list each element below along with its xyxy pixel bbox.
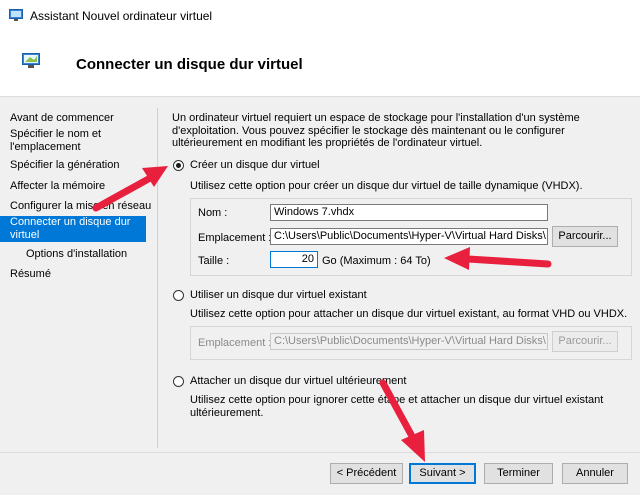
disk-name-input[interactable]: Windows 7.vhdx [270, 204, 548, 221]
radio-create-disk-label[interactable]: Créer un disque dur virtuel [190, 159, 320, 171]
disk-size-input[interactable]: 20 [270, 251, 318, 268]
size-unit-label: Go (Maximum : 64 To) [322, 255, 431, 267]
attach-later-description: Utilisez cette option pour ignorer cette… [190, 394, 604, 419]
virtual-disk-icon [22, 53, 40, 68]
next-button[interactable]: Suivant > [409, 463, 476, 484]
existing-location-input[interactable]: C:\Users\Public\Documents\Hyper-V\Virtua… [270, 333, 548, 350]
page-header: Connecter un disque dur virtuel [0, 32, 640, 97]
window-titlebar: Assistant Nouvel ordinateur virtuel [0, 0, 640, 32]
name-label: Nom : [198, 207, 228, 219]
existing-location-label: Emplacement : [198, 337, 272, 349]
intro-text: Un ordinateur virtuel requiert un espace… [172, 112, 580, 149]
radio-existing-disk-label[interactable]: Utiliser un disque dur virtuel existant [190, 289, 367, 301]
hyperv-app-icon [9, 9, 23, 21]
radio-attach-later[interactable] [173, 376, 184, 387]
size-label: Taille : [198, 255, 230, 267]
footer-divider [0, 452, 640, 453]
radio-attach-later-label[interactable]: Attacher un disque dur virtuel ultérieur… [190, 375, 406, 387]
previous-button[interactable]: < Précédent [330, 463, 403, 484]
disk-location-input[interactable]: C:\Users\Public\Documents\Hyper-V\Virtua… [270, 228, 548, 245]
nav-step-name-location[interactable]: Spécifier le nom et l'emplacement [10, 128, 156, 154]
nav-step-connect-disk[interactable]: Connecter un disque dur virtuel [0, 216, 146, 242]
nav-step-before-you-begin[interactable]: Avant de commencer [10, 112, 156, 125]
radio-existing-disk[interactable] [173, 290, 184, 301]
location-label: Emplacement : [198, 232, 272, 244]
nav-divider [157, 108, 158, 448]
cancel-button[interactable]: Annuler [562, 463, 628, 484]
radio-create-disk[interactable] [173, 160, 184, 171]
window-title: Assistant Nouvel ordinateur virtuel [30, 9, 213, 23]
page-title: Connecter un disque dur virtuel [76, 56, 303, 73]
nav-step-networking[interactable]: Configurer la mise en réseau [10, 200, 156, 213]
existing-browse-button[interactable]: Parcourir... [552, 331, 618, 352]
nav-step-generation[interactable]: Spécifier la génération [10, 159, 156, 172]
existing-disk-description: Utilisez cette option pour attacher un d… [190, 308, 628, 320]
nav-step-summary[interactable]: Résumé [10, 268, 156, 281]
create-disk-description: Utilisez cette option pour créer un disq… [190, 180, 583, 192]
finish-button[interactable]: Terminer [484, 463, 553, 484]
nav-step-memory[interactable]: Affecter la mémoire [10, 180, 156, 193]
nav-step-installation-options[interactable]: Options d'installation [26, 248, 156, 261]
browse-button[interactable]: Parcourir... [552, 226, 618, 247]
